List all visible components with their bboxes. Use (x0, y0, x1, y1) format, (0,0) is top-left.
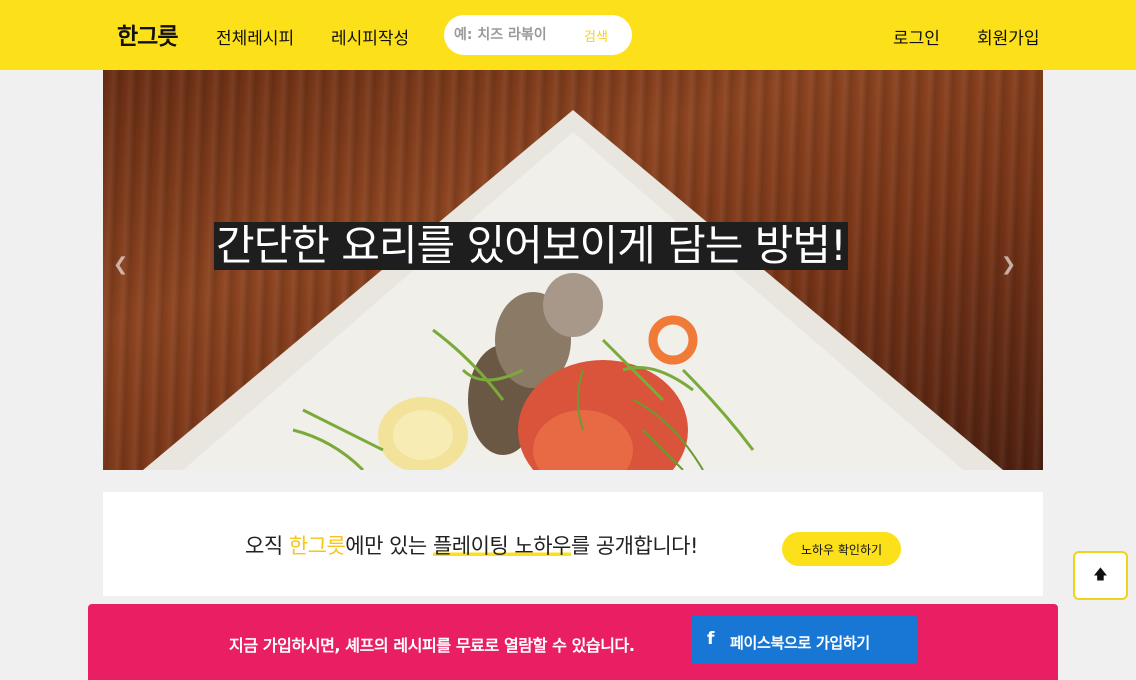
facebook-signup-button[interactable]: f 페이스북으로 가입하기 (691, 615, 917, 664)
signup-message: 지금 가입하시면, 셰프의 레시피를 무료로 열람할 수 있습니다. (229, 636, 635, 655)
arrow-up-icon: 🡅 (1093, 565, 1108, 582)
brand-logo[interactable]: 한그릇 (117, 17, 178, 51)
signup-banner: 지금 가입하시면, 셰프의 레시피를 무료로 열람할 수 있습니다. f 페이스… (88, 604, 1058, 680)
chevron-left-icon[interactable]: ❮ (113, 254, 128, 275)
signup-link[interactable]: 회원가입 (977, 24, 1040, 49)
search-input[interactable] (454, 25, 576, 45)
search-box: 검색 (444, 15, 632, 55)
slide-caption: 간단한 요리를 있어보이게 담는 방법! (216, 221, 847, 270)
top-navbar: 한그릇 전체레시피 레시피작성 검색 로그인 회원가입 (0, 0, 1136, 70)
promo-middle: 에만 있는 (345, 534, 433, 558)
login-link[interactable]: 로그인 (893, 24, 940, 49)
nav-all-recipes[interactable]: 전체레시피 (216, 24, 294, 49)
facebook-icon: f (707, 629, 715, 649)
promo-prefix: 오직 (245, 534, 289, 558)
search-button[interactable]: 검색 (584, 26, 608, 45)
nav-write-recipe[interactable]: 레시피작성 (331, 24, 409, 49)
hero-carousel[interactable]: 간단한 요리를 있어보이게 담는 방법! ❮ ❯ (103, 70, 1043, 470)
scroll-to-top-button[interactable]: 🡅 (1073, 551, 1128, 600)
promo-suffix: 를 공개합니다! (570, 534, 699, 558)
check-knowhow-button[interactable]: 노하우 확인하기 (782, 532, 901, 566)
slide-caption-box: 간단한 요리를 있어보이게 담는 방법! (214, 222, 848, 270)
chevron-right-icon[interactable]: ❯ (1001, 254, 1016, 275)
promo-brand: 한그릇 (288, 534, 346, 558)
promo-highlight: 플레이팅 노하우 (432, 534, 571, 558)
promo-banner: 오직 한그릇에만 있는 플레이팅 노하우를 공개합니다! 노하우 확인하기 (103, 492, 1043, 596)
facebook-signup-label: 페이스북으로 가입하기 (730, 634, 870, 652)
plated-dish-image (143, 110, 1003, 470)
promo-text: 오직 한그릇에만 있는 플레이팅 노하우를 공개합니다! (245, 530, 698, 560)
